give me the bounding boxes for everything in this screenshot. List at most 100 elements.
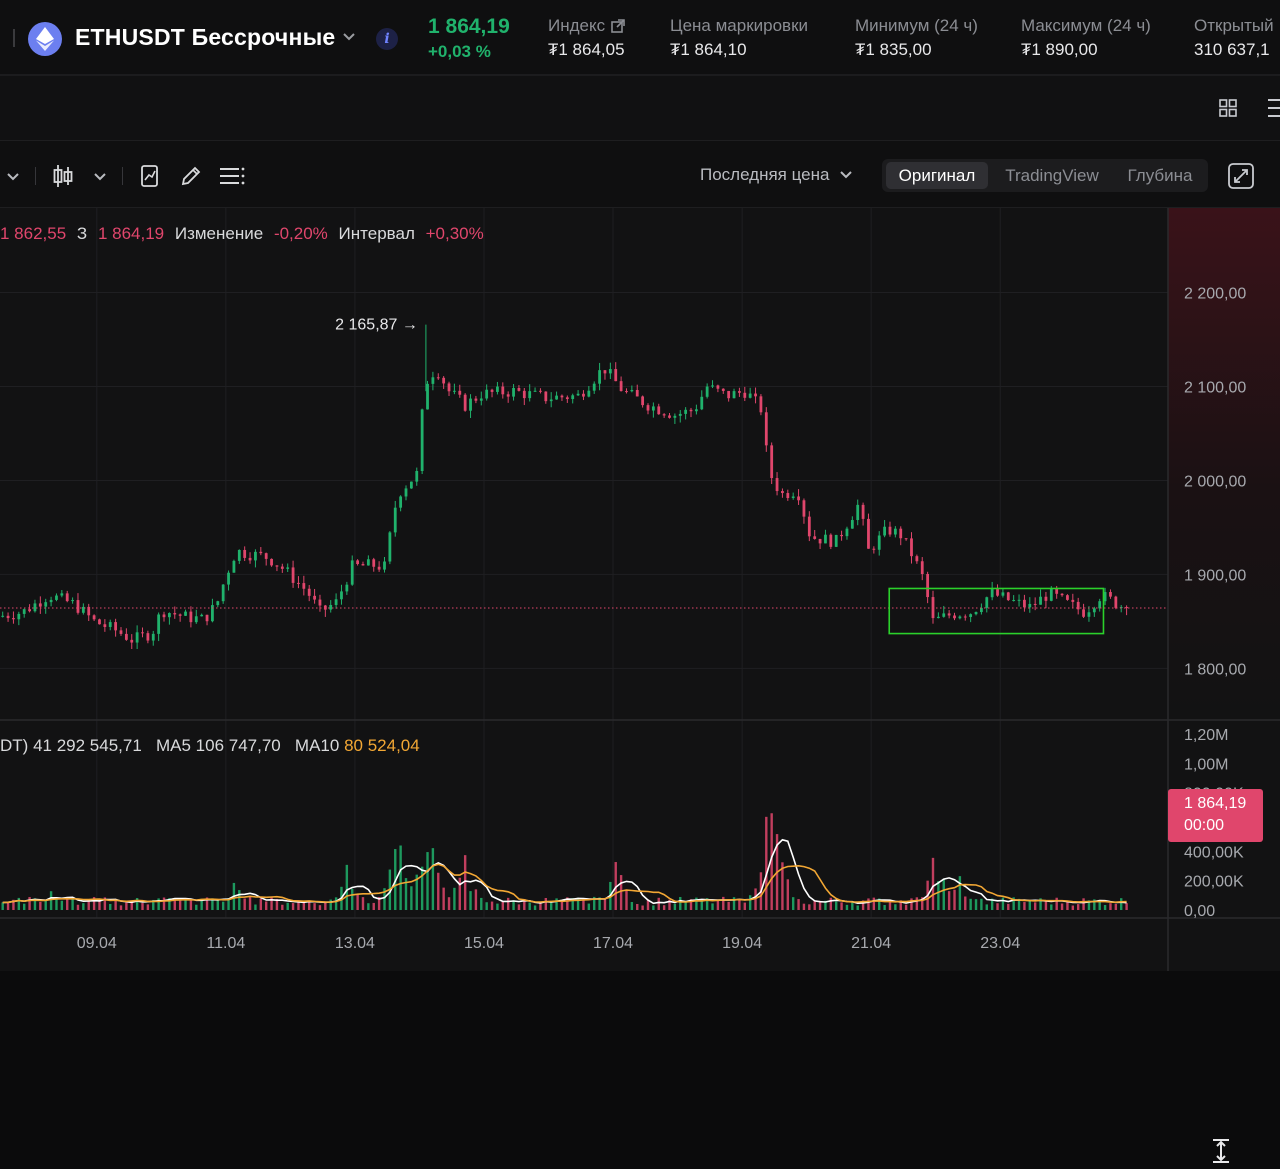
- candle-body: [318, 599, 322, 606]
- menu-icon[interactable]: [1266, 96, 1280, 125]
- volume-bar: [66, 898, 69, 910]
- volume-bar: [727, 901, 730, 910]
- candle-body: [867, 518, 870, 549]
- candle-body: [910, 538, 913, 557]
- volume-bar: [904, 904, 908, 910]
- candle-body: [307, 588, 311, 596]
- candle-body: [619, 381, 623, 392]
- volume-tick-label: 1,00M: [1184, 756, 1228, 773]
- chevron-down-icon[interactable]: [342, 29, 356, 47]
- candle-body: [200, 614, 204, 617]
- chevron-down-icon[interactable]: [93, 169, 107, 187]
- settings-list-icon[interactable]: [219, 166, 245, 191]
- candle-body: [555, 395, 558, 400]
- candle-body: [608, 369, 612, 374]
- volume-bar: [856, 905, 859, 910]
- volume-bar: [539, 903, 542, 910]
- candle-body: [1001, 592, 1005, 596]
- volume-bar: [39, 901, 42, 910]
- candle-body: [824, 534, 827, 544]
- volume-bar: [700, 900, 703, 910]
- stat-value: 310 637,1: [1194, 40, 1270, 59]
- chevron-down-icon[interactable]: [6, 169, 20, 187]
- candle-body: [587, 390, 591, 397]
- volume-bar: [474, 889, 478, 910]
- volume-bar: [329, 899, 332, 910]
- candle-body: [791, 496, 795, 499]
- candle-body: [759, 396, 763, 413]
- grid-layout-icon[interactable]: [1219, 99, 1237, 122]
- external-link-icon[interactable]: [611, 19, 625, 33]
- stat-value: ₮1 835,00: [855, 40, 932, 59]
- pencil-icon[interactable]: [180, 165, 202, 192]
- volume-bar: [996, 903, 999, 910]
- candle-body: [985, 597, 989, 608]
- pair-selector[interactable]: ETHUSDT Бессрочные: [75, 24, 335, 51]
- volume-bar: [254, 904, 257, 910]
- tab-depth[interactable]: Глубина: [1116, 162, 1204, 189]
- volume-bar: [372, 902, 375, 910]
- info-icon[interactable]: i: [376, 28, 398, 50]
- candle-body: [329, 604, 333, 610]
- volume-tick-label: 400,00K: [1184, 844, 1244, 861]
- candle-body: [807, 516, 811, 537]
- candle-body: [893, 528, 897, 535]
- volume-bar: [1001, 897, 1005, 910]
- candle-body: [1087, 612, 1091, 617]
- indicators-icon[interactable]: [140, 165, 160, 192]
- auto-scale-icon[interactable]: [1210, 1138, 1232, 1169]
- candle-body: [1060, 593, 1064, 596]
- candle-body: [496, 386, 499, 392]
- candle-body: [635, 389, 639, 397]
- volume-bars: [1, 813, 1128, 910]
- candle-body: [754, 393, 757, 397]
- candle-body: [92, 615, 96, 620]
- candle-body: [151, 633, 155, 641]
- volume-bar: [888, 901, 892, 910]
- volume-bar: [657, 897, 660, 910]
- ma5-label: MA5: [155, 736, 191, 755]
- candle-body: [840, 534, 843, 537]
- candle-body: [716, 385, 720, 389]
- price-type-dropdown[interactable]: Последняя цена: [700, 165, 853, 185]
- volume-bar: [22, 903, 26, 910]
- candle-body: [1012, 599, 1016, 601]
- volume-bar: [248, 897, 252, 910]
- candle-body: [426, 383, 429, 410]
- tab-tradingview[interactable]: TradingView: [994, 162, 1110, 189]
- tab-original[interactable]: Оригинал: [886, 162, 988, 189]
- volume-bar: [426, 852, 429, 910]
- candle-body: [49, 599, 53, 603]
- candle-body: [797, 496, 800, 501]
- candle-body: [178, 614, 182, 616]
- volume-bar: [259, 898, 263, 910]
- candle-body: [678, 413, 682, 416]
- stat-mark-price: Цена маркировки ₮1 864,10: [670, 16, 808, 60]
- volume-bar: [351, 888, 354, 910]
- date-tick-label: 13.04: [335, 935, 375, 952]
- candle-body: [872, 548, 876, 550]
- volume-bar: [243, 898, 246, 910]
- ma5-line: [2, 838, 1127, 905]
- candlestick-type-icon[interactable]: [52, 164, 74, 193]
- price-volume-chart[interactable]: 09.04 11.04 13.04 15.04 17.04 19.04 21.04 23.04…: [0, 208, 1280, 971]
- volume-bar: [431, 848, 435, 910]
- volume-bar: [985, 904, 988, 910]
- volume-bar: [281, 904, 284, 910]
- candle-body: [340, 591, 343, 600]
- legend-low-value: 1 862,55: [0, 224, 67, 243]
- legend-change-label: Изменение: [174, 224, 264, 243]
- candle-body: [194, 616, 198, 623]
- fullscreen-icon[interactable]: [1228, 163, 1254, 194]
- candle-body: [280, 566, 284, 569]
- candle-body: [1023, 599, 1026, 608]
- toolbar-divider: [35, 167, 36, 185]
- stat-index[interactable]: Индекс ₮1 864,05: [548, 16, 625, 60]
- candle-body: [748, 393, 752, 398]
- candle-body: [383, 561, 386, 570]
- candle-body: [1039, 596, 1042, 605]
- volume-tick-label: 200,00K: [1184, 874, 1244, 891]
- candle-body: [399, 496, 403, 508]
- volume-bar: [146, 904, 150, 910]
- chart-area[interactable]: 09.04 11.04 13.04 15.04 17.04 19.04 21.04 23.04…: [0, 208, 1280, 1163]
